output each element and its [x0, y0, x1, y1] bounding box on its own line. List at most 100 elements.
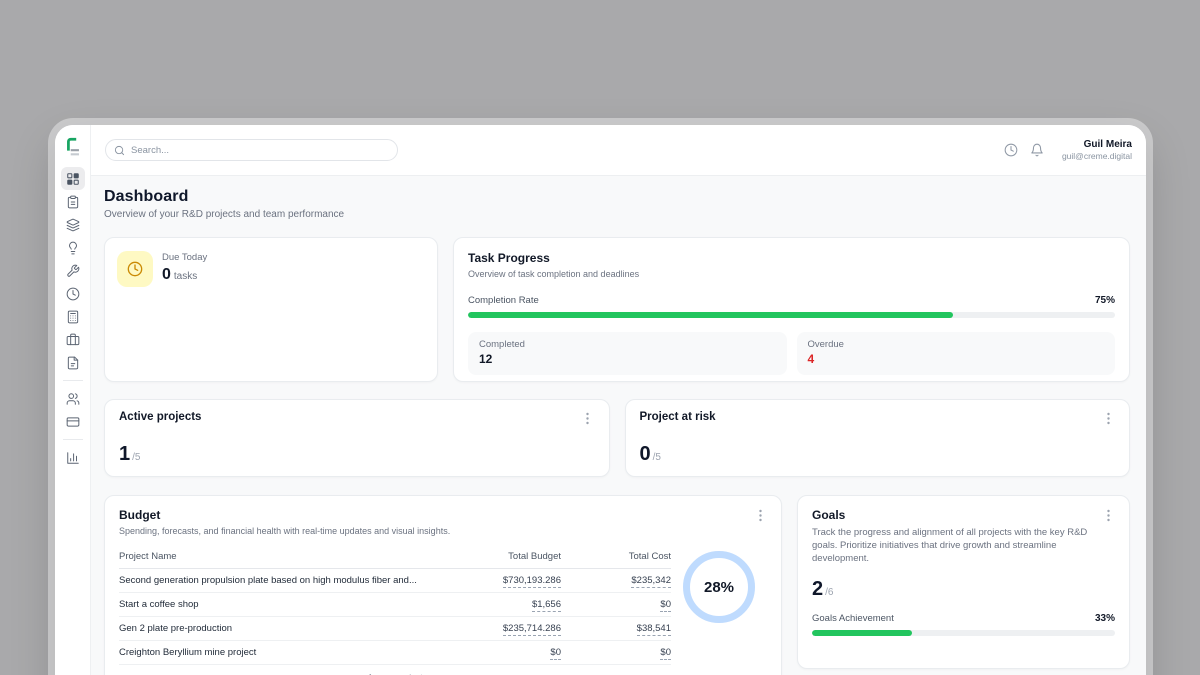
- budget-subtitle: Spending, forecasts, and financial healt…: [119, 525, 450, 537]
- user-menu[interactable]: Guil Meira guil@creme.digital: [1062, 139, 1132, 161]
- table-row[interactable]: Creighton Beryllium mine project $0 $0: [119, 641, 671, 665]
- briefcase-icon: [66, 333, 80, 347]
- creme-logo[interactable]: [62, 135, 84, 159]
- task-progress-title: Task Progress: [468, 251, 1115, 265]
- budget-card: Budget Spending, forecasts, and financia…: [104, 495, 782, 675]
- budget-donut-value: 28%: [704, 579, 734, 596]
- completion-progress-track: [468, 312, 1115, 318]
- due-today-value: 0: [162, 266, 171, 283]
- active-projects-value: 1: [119, 443, 130, 465]
- completion-progress-fill: [468, 312, 953, 318]
- total-budget-value[interactable]: $235,714.286: [503, 623, 561, 636]
- task-progress-subtitle: Overview of task completion and deadline…: [468, 268, 1115, 280]
- total-budget-value[interactable]: $1,656: [532, 599, 561, 612]
- goals-title: Goals: [812, 508, 845, 522]
- goals-subtitle: Track the progress and alignment of all …: [812, 526, 1112, 565]
- search-input[interactable]: [131, 145, 389, 156]
- completed-stat-box: Completed 12: [468, 332, 787, 375]
- search-bar: [105, 139, 398, 161]
- project-at-risk-value: 0: [640, 443, 651, 465]
- more-projects-link[interactable]: +1 more projects: [119, 665, 671, 675]
- file-icon: [66, 356, 80, 370]
- due-today-card: Due Today 0tasks: [104, 237, 438, 382]
- sidebar-item-documents[interactable]: [61, 351, 85, 374]
- task-progress-card: Task Progress Overview of task completio…: [453, 237, 1130, 382]
- project-at-risk-card: Project at risk 0/5: [625, 399, 1131, 477]
- completion-rate-value: 75%: [1095, 295, 1115, 306]
- sidebar-item-tools[interactable]: [61, 259, 85, 282]
- bell-icon[interactable]: [1024, 137, 1050, 163]
- sidebar-item-dashboard[interactable]: [61, 167, 85, 190]
- goals-progress-fill: [812, 630, 912, 636]
- sidebar: V1.0: [55, 125, 91, 675]
- topbar: Guil Meira guil@creme.digital: [91, 125, 1146, 176]
- sidebar-item-tasks[interactable]: [61, 190, 85, 213]
- credit-card-icon: [66, 415, 80, 429]
- budget-col-total-cost: Total Cost: [561, 546, 671, 569]
- active-projects-total: /5: [132, 452, 140, 463]
- sidebar-divider: [63, 439, 83, 440]
- budget-table: Project Name Total Budget Total Cost Sec…: [119, 546, 671, 665]
- kebab-menu-icon[interactable]: [581, 411, 595, 425]
- project-name: Creighton Beryllium mine project: [119, 641, 429, 665]
- table-row[interactable]: Second generation propulsion plate based…: [119, 569, 671, 593]
- kebab-menu-icon[interactable]: [753, 508, 767, 522]
- dashboard-content: Dashboard Overview of your R&D projects …: [91, 176, 1146, 675]
- sidebar-item-team[interactable]: [61, 387, 85, 410]
- budget-col-project-name: Project Name: [119, 546, 429, 569]
- active-projects-title: Active projects: [119, 411, 201, 423]
- layout-grid-icon: [66, 172, 80, 186]
- project-at-risk-total: /5: [653, 452, 661, 463]
- user-email: guil@creme.digital: [1062, 151, 1132, 161]
- goals-value: 2: [812, 578, 823, 600]
- total-cost-value[interactable]: $235,342: [631, 575, 671, 588]
- overdue-value: 4: [808, 352, 1105, 366]
- clipboard-icon: [66, 195, 80, 209]
- due-today-unit: tasks: [174, 271, 197, 282]
- goals-card: Goals Track the progress and alignment o…: [797, 495, 1130, 669]
- goals-achievement-value: 33%: [1095, 613, 1115, 624]
- budget-title: Budget: [119, 508, 450, 522]
- due-today-iconbox: [117, 251, 153, 287]
- kebab-menu-icon[interactable]: [1101, 508, 1115, 522]
- due-today-label: Due Today: [162, 252, 207, 263]
- budget-donut-chart: 28%: [683, 551, 755, 623]
- total-budget-value[interactable]: $0: [550, 647, 561, 660]
- layers-icon: [66, 218, 80, 232]
- clock-icon: [66, 287, 80, 301]
- sidebar-item-time[interactable]: [61, 282, 85, 305]
- completion-rate-label: Completion Rate: [468, 295, 539, 306]
- goals-progress-track: [812, 630, 1115, 636]
- sidebar-item-analytics[interactable]: [61, 446, 85, 469]
- sidebar-item-billing[interactable]: [61, 410, 85, 433]
- overdue-stat-box: Overdue 4: [797, 332, 1116, 375]
- clock-icon[interactable]: [998, 137, 1024, 163]
- sidebar-item-portfolio[interactable]: [61, 328, 85, 351]
- clock-icon: [127, 261, 143, 277]
- total-cost-value[interactable]: $38,541: [637, 623, 671, 636]
- kebab-menu-icon[interactable]: [1101, 411, 1115, 425]
- total-budget-value[interactable]: $730,193.286: [503, 575, 561, 588]
- lightbulb-icon: [66, 241, 80, 255]
- sidebar-item-projects[interactable]: [61, 213, 85, 236]
- project-name: Start a coffee shop: [119, 593, 429, 617]
- page-title: Dashboard: [104, 188, 1130, 206]
- calculator-icon: [66, 310, 80, 324]
- table-row[interactable]: Gen 2 plate pre-production $235,714.286 …: [119, 617, 671, 641]
- budget-col-total-budget: Total Budget: [429, 546, 561, 569]
- wrench-icon: [66, 264, 80, 278]
- app-window: V1.0 Guil Meira guil@creme.digital Dashb…: [55, 125, 1146, 675]
- total-cost-value[interactable]: $0: [660, 599, 671, 612]
- users-icon: [66, 392, 80, 406]
- project-at-risk-title: Project at risk: [640, 411, 716, 423]
- total-cost-value[interactable]: $0: [660, 647, 671, 660]
- sidebar-item-ideas[interactable]: [61, 236, 85, 259]
- sidebar-item-calculator[interactable]: [61, 305, 85, 328]
- completed-label: Completed: [479, 339, 776, 350]
- project-name: Second generation propulsion plate based…: [119, 569, 429, 593]
- completed-value: 12: [479, 352, 776, 366]
- goals-achievement-label: Goals Achievement: [812, 613, 894, 624]
- table-row[interactable]: Start a coffee shop $1,656 $0: [119, 593, 671, 617]
- overdue-label: Overdue: [808, 339, 1105, 350]
- project-name: Gen 2 plate pre-production: [119, 617, 429, 641]
